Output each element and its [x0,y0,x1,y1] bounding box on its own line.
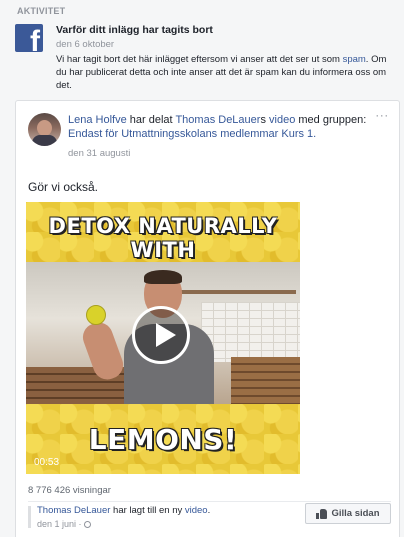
notice-body: Vi har tagit bort det här inlägget efter… [56,54,387,91]
like-page-label: Gilla sidan [331,508,380,519]
source-date: den 1 juni · [37,519,92,529]
quote-bar [28,506,31,528]
more-options-icon[interactable]: ··· [373,109,391,121]
post-card: Lena Holfve har delat Thomas DeLauers vi… [15,100,400,537]
play-icon[interactable] [132,306,190,364]
video-title-bottom: LEMONS! [88,423,238,456]
post-text: Gör vi också. [28,180,99,194]
spam-link[interactable]: spam [343,54,366,65]
removal-notice: f Varför ditt inlägg har tagits bort den… [15,22,395,94]
video-title-top: DETOX NATURALLY WITH [48,214,278,262]
shared-source: Thomas DeLauer har lagt till en ny video… [37,505,211,516]
like-page-button[interactable]: Gilla sidan [305,503,391,524]
video-duration: 00:53 [34,457,60,468]
divider [28,501,391,502]
avatar[interactable] [28,113,61,146]
section-label: AKTIVITET [17,6,66,16]
source-video-link[interactable]: video [185,505,208,516]
post-header: Lena Holfve har delat Thomas DeLauers vi… [68,114,367,140]
notice-title: Varför ditt inlägg har tagits bort [56,24,213,36]
view-count: 8 776 426 visningar [28,485,111,496]
facebook-logo-icon: f [15,24,43,52]
source-author-link[interactable]: Thomas DeLauer [37,505,110,516]
notice-date: den 6 oktober [56,39,115,50]
group-link[interactable]: Endast för Utmattningsskolans medlemmar … [68,128,316,140]
video-link[interactable]: video [269,114,295,126]
globe-icon [84,521,92,528]
post-date[interactable]: den 31 augusti [68,148,130,159]
video-player[interactable]: DETOX NATURALLY WITH LEMONS! 00:53 [26,202,300,474]
author-link[interactable]: Lena Holfve [68,114,127,126]
lemon-image [86,305,106,325]
thumbs-up-icon [316,508,328,519]
video-owner-link[interactable]: Thomas DeLauer [175,114,260,126]
